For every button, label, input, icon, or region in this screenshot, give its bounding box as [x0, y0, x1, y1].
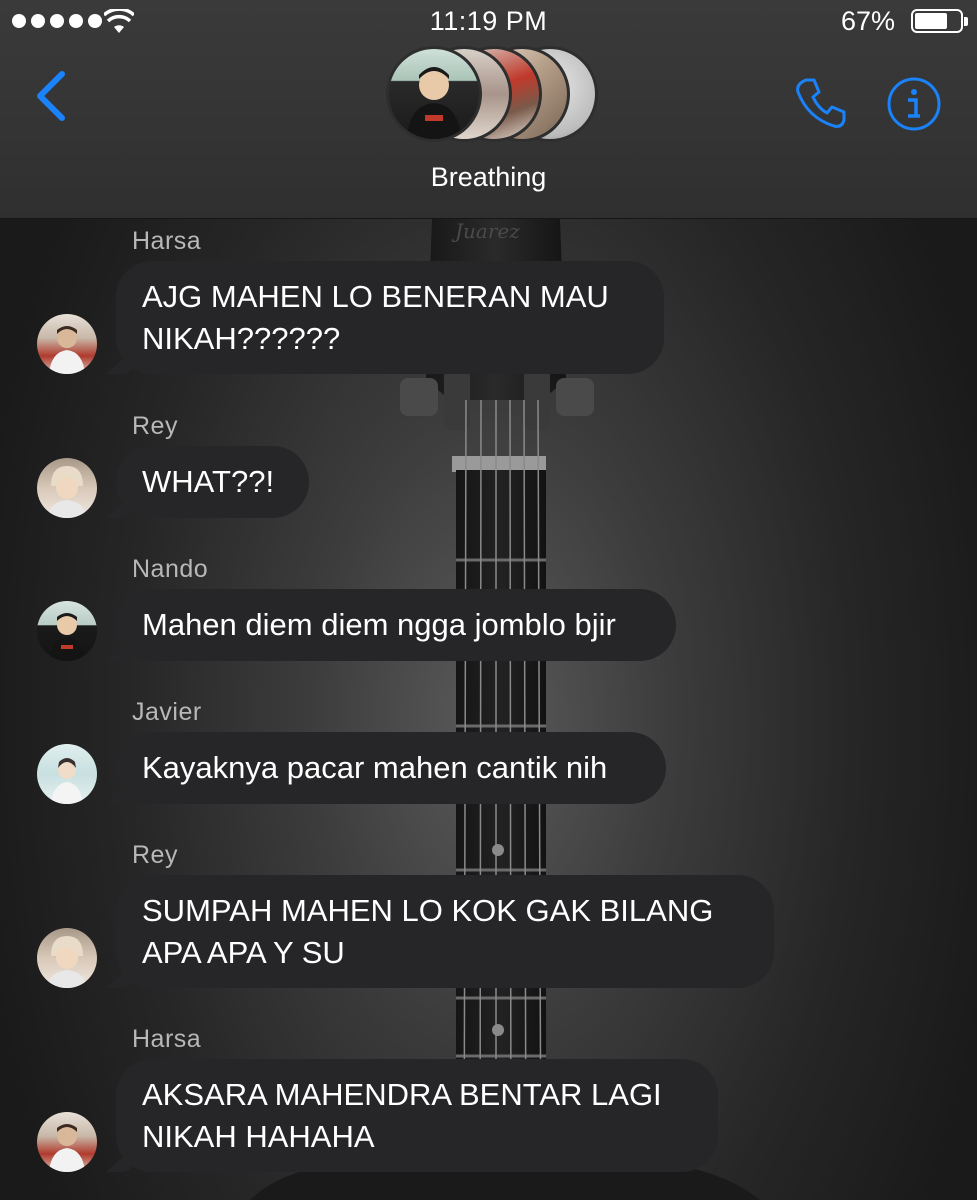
message-text-line: Mahen diem diem ngga jomblo bjir	[142, 607, 616, 642]
status-time: 11:19 PM	[429, 6, 548, 36]
avatar	[386, 46, 482, 142]
phone-icon	[796, 78, 846, 128]
call-button[interactable]	[792, 74, 850, 132]
back-button[interactable]	[28, 66, 78, 126]
chat-screen: Juarez 11:19 PM 67% Breathing Harsa AJG …	[0, 0, 977, 1200]
chat-header: 11:19 PM 67% Breathing	[0, 0, 977, 219]
message-bubble[interactable]: WHAT??!	[106, 446, 309, 518]
message-bubble[interactable]: Mahen diem diem ngga jomblo bjir	[106, 589, 676, 661]
message-text-line: Kayaknya pacar mahen cantik nih	[142, 750, 608, 785]
sender-name: Harsa	[132, 227, 202, 255]
message-text-line: AKSARA MAHENDRA BENTAR LAGI	[142, 1076, 662, 1112]
info-icon	[887, 77, 941, 131]
sender-name: Nando	[132, 555, 209, 583]
message-text-line: NIKAH??????	[142, 320, 341, 356]
sender-name: Javier	[132, 698, 202, 726]
message-bubble[interactable]: AKSARA MAHENDRA BENTAR LAGI NIKAH HAHAHA	[106, 1059, 718, 1172]
group-name[interactable]: Breathing	[0, 162, 977, 193]
status-bar: 11:19 PM 67%	[0, 0, 977, 44]
info-button[interactable]	[886, 76, 942, 132]
message-list[interactable]: Harsa AJG MAHEN LO BENERAN MAU NIKAH????…	[0, 219, 977, 1200]
battery-icon	[911, 9, 968, 33]
message-text-line: NIKAH HAHAHA	[142, 1118, 375, 1154]
message-bubble[interactable]: AJG MAHEN LO BENERAN MAU NIKAH??????	[106, 261, 664, 374]
group-avatar-stack[interactable]	[386, 46, 601, 146]
avatar[interactable]	[37, 458, 97, 518]
message-bubble[interactable]: SUMPAH MAHEN LO KOK GAK BILANG APA APA Y…	[106, 875, 774, 988]
message-text-line: SUMPAH MAHEN LO KOK GAK BILANG	[142, 892, 714, 928]
message-text-line: APA APA Y SU	[142, 934, 345, 970]
battery-percentage: 67%	[840, 6, 895, 36]
message-text-line: AJG MAHEN LO BENERAN MAU	[142, 278, 609, 314]
sender-name: Rey	[132, 841, 178, 869]
chevron-left-icon	[37, 71, 65, 121]
avatar[interactable]	[37, 601, 97, 661]
sender-name: Rey	[132, 412, 178, 440]
avatar[interactable]	[37, 744, 97, 804]
message-bubble[interactable]: Kayaknya pacar mahen cantik nih	[106, 732, 666, 804]
avatar[interactable]	[37, 928, 97, 988]
message-text-line: WHAT??!	[142, 464, 275, 499]
avatar[interactable]	[37, 1112, 97, 1172]
avatar[interactable]	[37, 314, 97, 374]
sender-name: Harsa	[132, 1025, 202, 1053]
